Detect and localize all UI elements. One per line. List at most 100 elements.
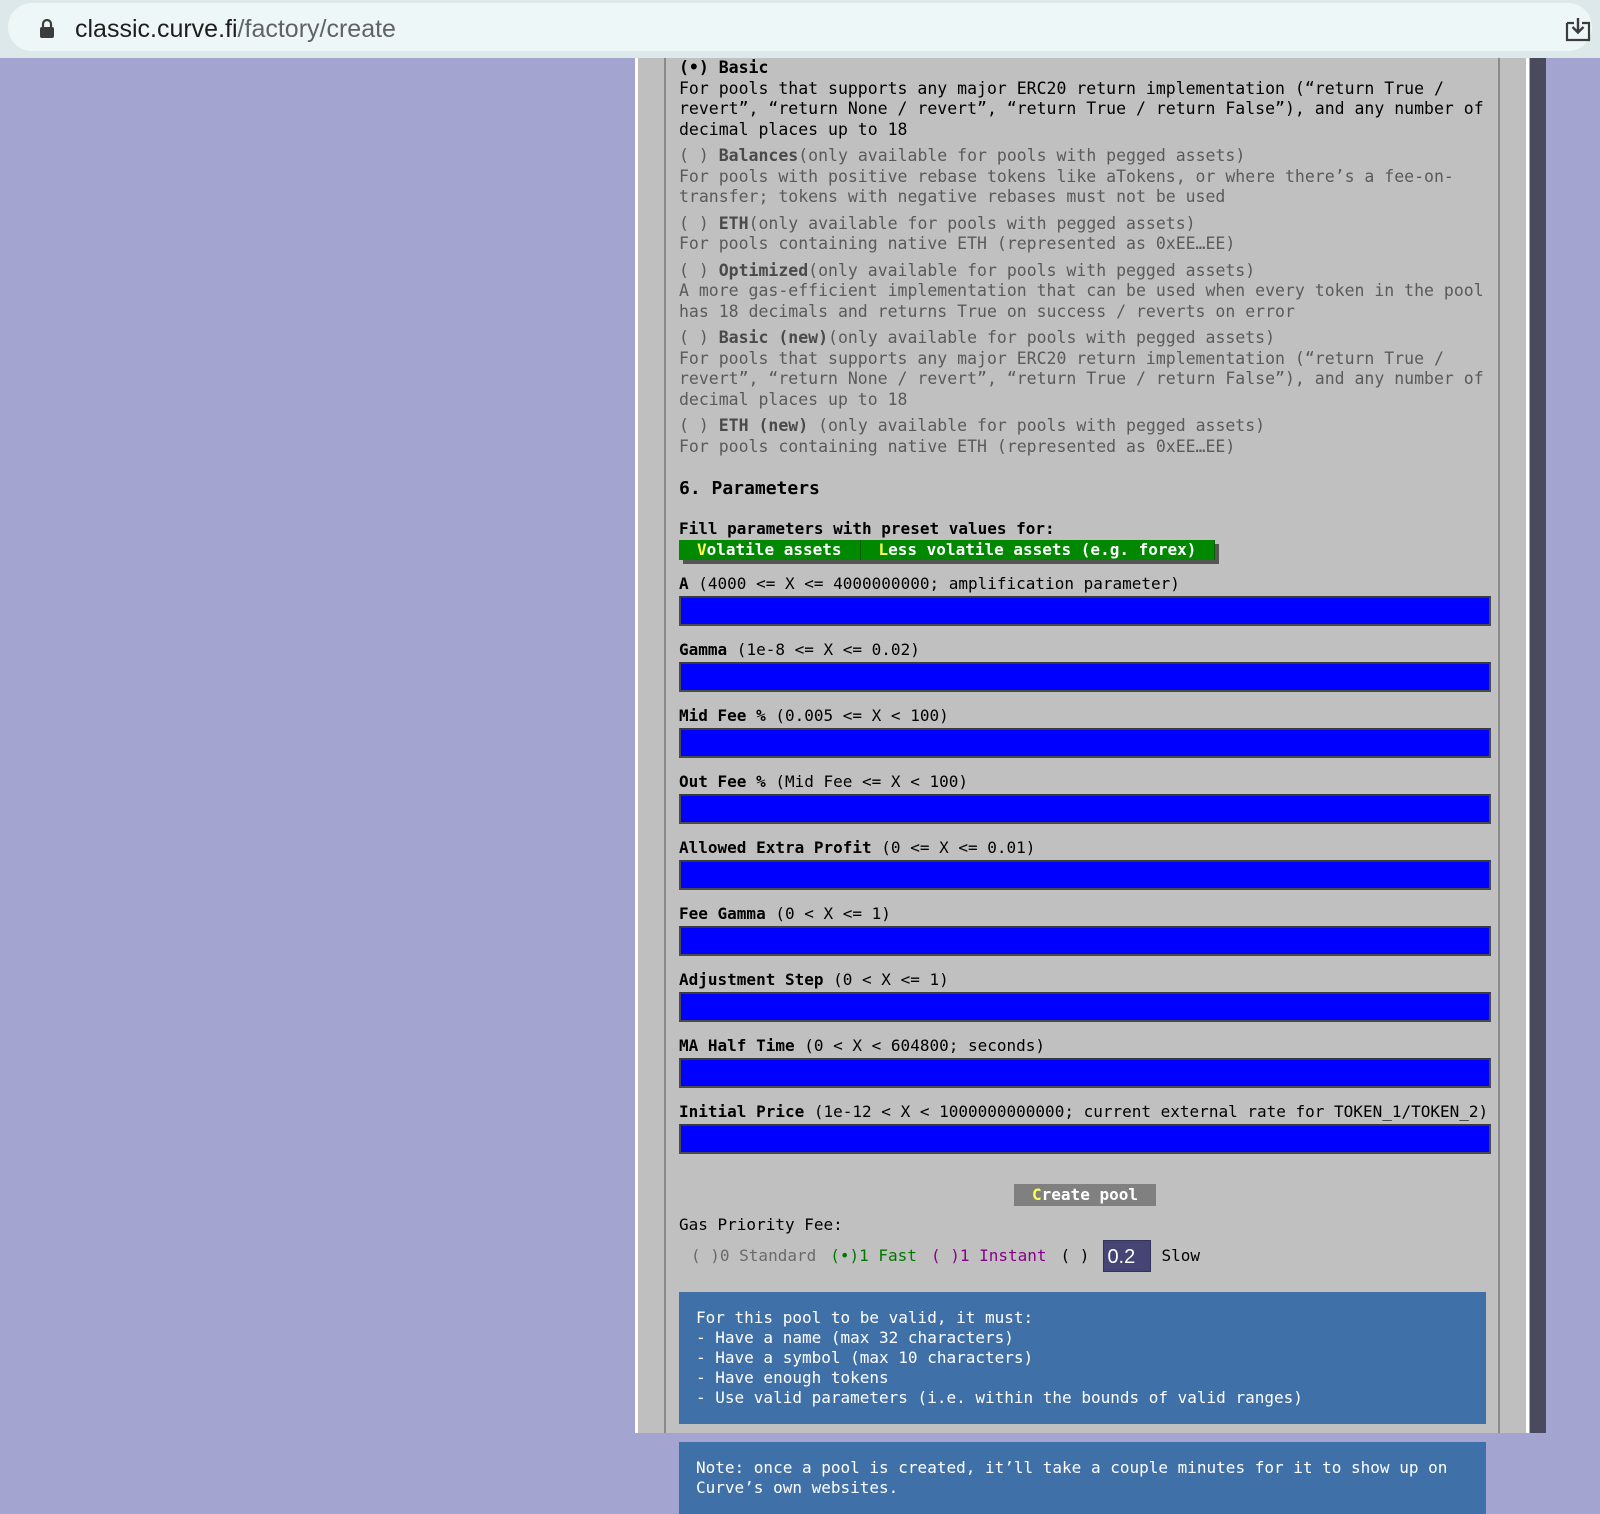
hotkey-letter: V xyxy=(697,540,707,559)
param-name: Gamma xyxy=(679,640,728,659)
param-a-input[interactable] xyxy=(679,596,1491,626)
impl-note: (only available for pools with pegged as… xyxy=(828,328,1276,347)
impl-radio[interactable]: ( ) xyxy=(679,261,709,280)
param-initial-price: Initial Price (1e-12 < X < 1000000000000… xyxy=(679,1102,1491,1154)
preset-volatile-button[interactable]: Volatile assets xyxy=(679,540,861,560)
url-text[interactable]: classic.curve.fi/factory/create xyxy=(75,15,396,44)
gas-option-standard[interactable]: ( )0 Standard xyxy=(691,1246,816,1267)
param-range: (0 < X <= 1) xyxy=(823,970,949,989)
param-range: (1e-8 <= X <= 0.02) xyxy=(727,640,920,659)
impl-desc: For pools containing native ETH (represe… xyxy=(679,436,1236,456)
address-bar[interactable]: classic.curve.fi/factory/create xyxy=(8,3,1592,51)
gas-option-instant[interactable]: ( )1 Instant xyxy=(931,1246,1047,1267)
param-name: Adjustment Step xyxy=(679,970,824,989)
lock-icon xyxy=(40,19,54,38)
impl-desc: For pools containing native ETH (represe… xyxy=(679,234,1236,253)
create-pool-wrap: Create pool xyxy=(679,1184,1491,1206)
param-adjustment-step: Adjustment Step (0 < X <= 1) xyxy=(679,970,1491,1022)
param-adjustment-step-input[interactable] xyxy=(679,992,1491,1022)
param-name: Out Fee % xyxy=(679,772,766,791)
impl-radio[interactable]: ( ) xyxy=(679,214,709,233)
impl-note: (only available for pools with pegged as… xyxy=(808,260,1256,280)
impl-option-basic[interactable]: (•) Basic For pools that supports any ma… xyxy=(679,58,1491,140)
hotkey-letter: C xyxy=(1032,1185,1042,1204)
param-range: (0 < X <= 1) xyxy=(765,904,891,923)
validity-line: - Have a symbol (max 10 characters) xyxy=(696,1348,1034,1367)
impl-option-basic-new[interactable]: ( ) Basic (new)(only available for pools… xyxy=(679,328,1491,410)
gas-priority-label: Gas Priority Fee: xyxy=(679,1215,843,1234)
param-mid-fee: Mid Fee % (0.005 <= X < 100) xyxy=(679,706,1491,758)
param-name: Fee Gamma xyxy=(679,904,766,923)
validity-line: - Use valid parameters (i.e. within the … xyxy=(696,1388,1303,1407)
impl-name: ETH xyxy=(718,213,749,233)
impl-radio[interactable]: ( ) xyxy=(679,328,709,347)
gas-slow-label: Slow xyxy=(1161,1245,1200,1265)
preset-buttons: Volatile assets Less volatile assets (e.… xyxy=(679,540,1491,560)
param-name: MA Half Time xyxy=(679,1036,795,1055)
param-out-fee-input[interactable] xyxy=(679,794,1491,824)
param-fee-gamma: Fee Gamma (0 < X <= 1) xyxy=(679,904,1491,956)
param-mid-fee-input[interactable] xyxy=(679,728,1491,758)
validity-info-box: For this pool to be valid, it must: - Ha… xyxy=(679,1292,1486,1424)
impl-note: (only available for pools with pegged as… xyxy=(808,416,1266,435)
impl-radio[interactable]: ( ) xyxy=(679,416,709,435)
impl-desc: A more gas-efficient implementation that… xyxy=(679,281,1484,321)
param-range: (4000 <= X <= 4000000000; amplification … xyxy=(688,574,1180,593)
impl-option-eth-new[interactable]: ( ) ETH (new) (only available for pools … xyxy=(679,416,1491,457)
validity-line: - Have enough tokens xyxy=(696,1368,889,1387)
param-a: A (4000 <= X <= 4000000000; amplificatio… xyxy=(679,574,1491,626)
param-gamma-input[interactable] xyxy=(679,662,1491,692)
param-initial-price-input[interactable] xyxy=(679,1124,1491,1154)
param-name: Allowed Extra Profit xyxy=(679,838,872,857)
param-gamma: Gamma (1e-8 <= X <= 0.02) xyxy=(679,640,1491,692)
impl-radio[interactable]: ( ) xyxy=(679,146,709,165)
param-name: Initial Price xyxy=(679,1102,805,1121)
validity-line: For this pool to be valid, it must: xyxy=(696,1308,1034,1327)
impl-name: ETH (new) xyxy=(718,416,809,435)
param-range: (Mid Fee <= X < 100) xyxy=(765,772,968,791)
param-range: (0 <= X <= 0.01) xyxy=(871,838,1036,857)
gas-option-fast[interactable]: (•)1 Fast xyxy=(830,1246,917,1267)
create-pool-button[interactable]: Create pool xyxy=(1014,1184,1156,1206)
param-range: (0 < X < 604800; seconds) xyxy=(794,1036,1046,1055)
gas-option-custom-radio[interactable]: ( ) xyxy=(1061,1246,1090,1267)
param-allowed-extra-profit: Allowed Extra Profit (0 <= X <= 0.01) xyxy=(679,838,1491,890)
implementation-options: (•) Basic For pools that supports any ma… xyxy=(679,58,1491,457)
url-host: classic.curve.fi xyxy=(75,15,238,43)
impl-desc: For pools that supports any major ERC20 … xyxy=(679,78,1484,139)
url-path: /factory/create xyxy=(237,15,396,43)
impl-desc: For pools with positive rebase tokens li… xyxy=(679,166,1454,207)
hotkey-letter: L xyxy=(878,540,889,559)
impl-name: Basic (new) xyxy=(718,328,829,347)
param-range: (0.005 <= X < 100) xyxy=(765,706,949,725)
preset-label-text: olatile assets xyxy=(706,540,842,559)
note-box: Note: once a pool is created, it’ll take… xyxy=(679,1442,1486,1514)
impl-note: (only available for pools with pegged as… xyxy=(748,213,1196,233)
impl-desc: For pools that supports any major ERC20 … xyxy=(679,348,1484,409)
impl-name: Optimized xyxy=(718,260,809,280)
frame-shadow xyxy=(1530,58,1546,1433)
param-name: Mid Fee % xyxy=(679,706,766,725)
browser-toolbar: classic.curve.fi/factory/create xyxy=(0,0,1600,58)
preset-label: Fill parameters with preset values for: xyxy=(679,519,1055,538)
param-ma-half-time: MA Half Time (0 < X < 604800; seconds) xyxy=(679,1036,1491,1088)
impl-option-eth[interactable]: ( ) ETH(only available for pools with pe… xyxy=(679,214,1491,255)
impl-name: Balances xyxy=(718,146,799,165)
param-fee-gamma-input[interactable] xyxy=(679,926,1491,956)
param-range: (1e-12 < X < 1000000000000; current exte… xyxy=(804,1102,1489,1121)
gas-custom-input[interactable]: 0.2 xyxy=(1103,1240,1152,1272)
validity-line: - Have a name (max 32 characters) xyxy=(696,1328,1014,1347)
impl-option-optimized[interactable]: ( ) Optimized(only available for pools w… xyxy=(679,261,1491,323)
create-label: reate pool xyxy=(1041,1185,1138,1204)
param-allowed-extra-profit-input[interactable] xyxy=(679,860,1491,890)
impl-radio[interactable]: (•) xyxy=(679,58,709,77)
download-icon[interactable] xyxy=(1564,17,1592,43)
section-heading-parameters: 6. Parameters xyxy=(679,478,820,499)
gas-priority-options: ( )0 Standard (•)1 Fast ( )1 Instant ( )… xyxy=(679,1240,1491,1272)
preset-less-volatile-button[interactable]: Less volatile assets (e.g. forex) xyxy=(860,540,1216,560)
param-name: A xyxy=(679,574,689,593)
impl-option-balances[interactable]: ( ) Balances(only available for pools wi… xyxy=(679,146,1491,208)
factory-form: (•) Basic For pools that supports any ma… xyxy=(679,58,1491,1514)
param-out-fee: Out Fee % (Mid Fee <= X < 100) xyxy=(679,772,1491,824)
param-ma-half-time-input[interactable] xyxy=(679,1058,1491,1088)
